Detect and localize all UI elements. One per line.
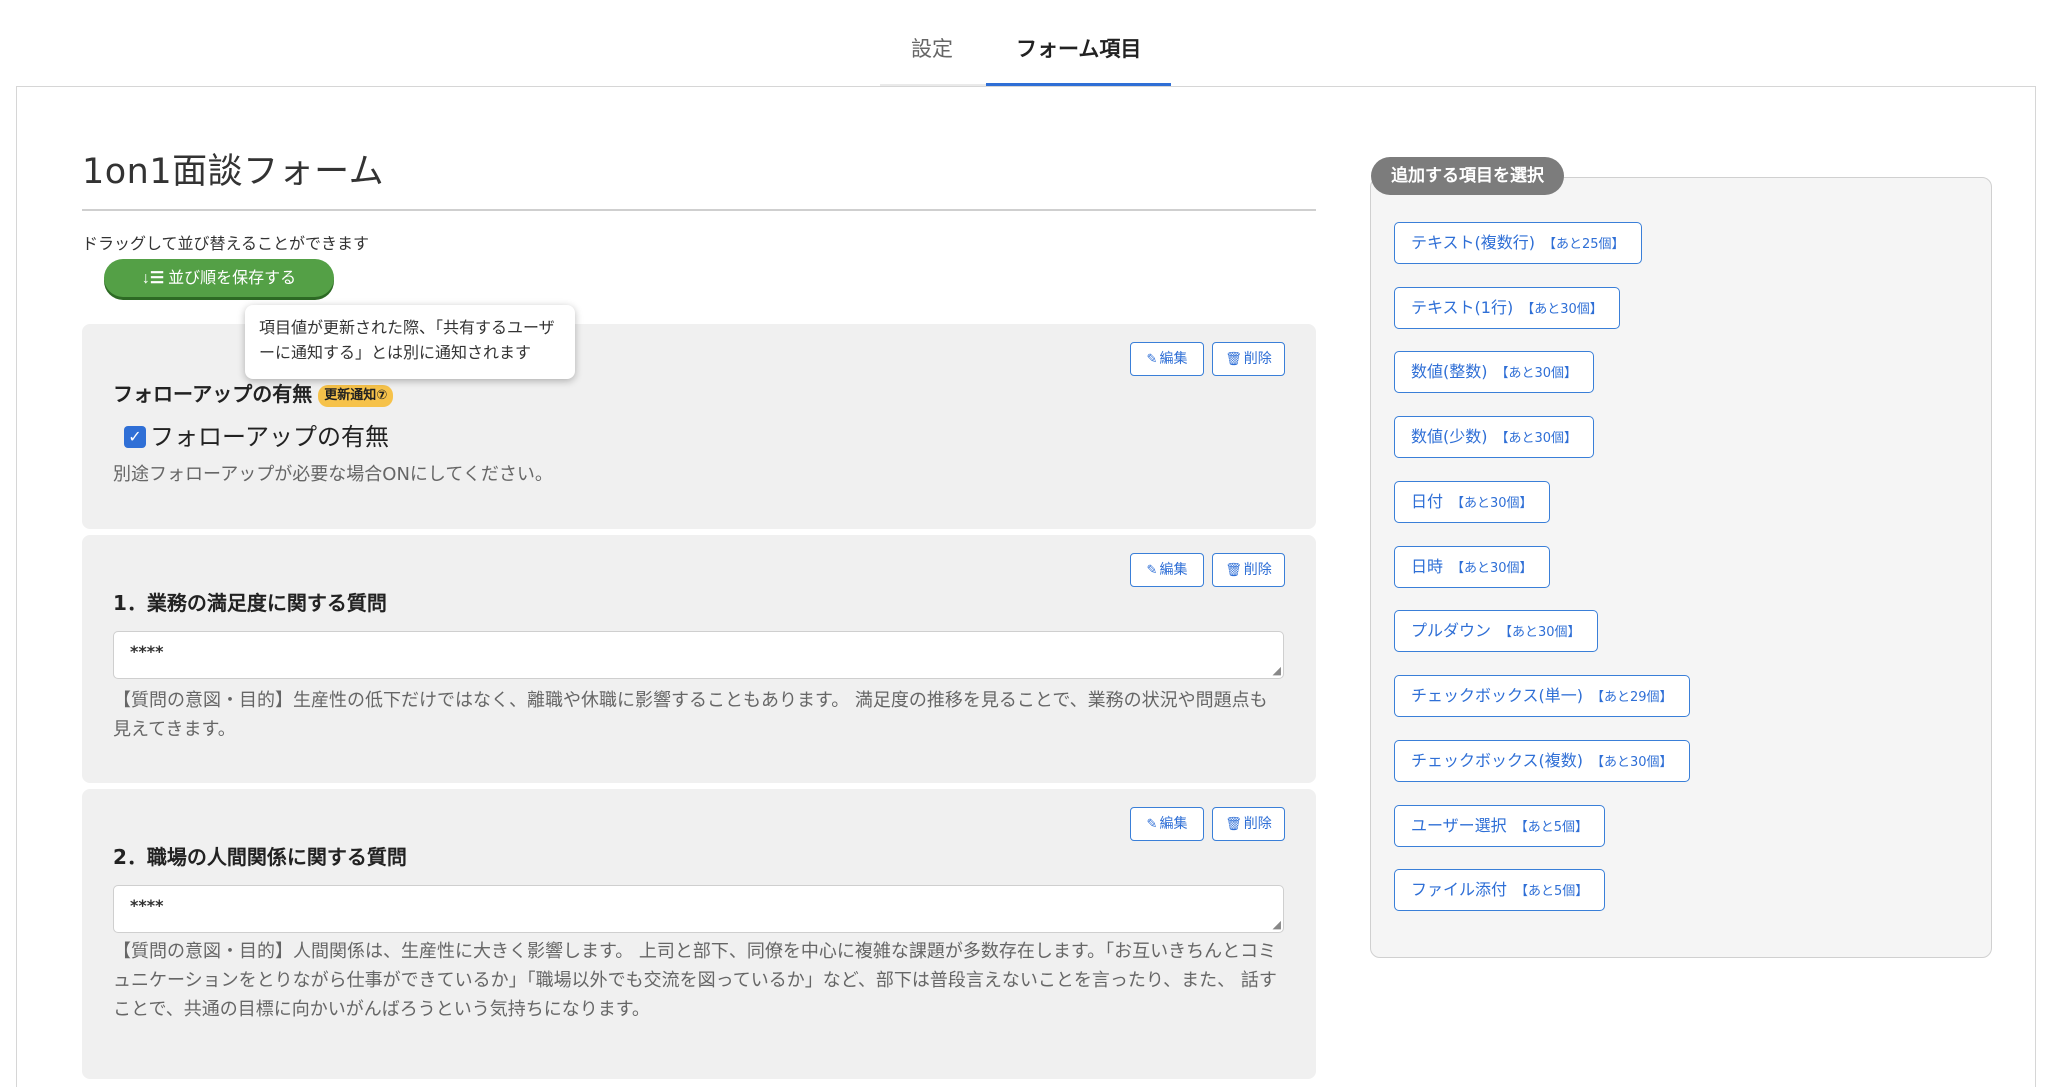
option-remaining: 【あと30個】 — [1451, 496, 1533, 511]
add-option-textarea[interactable]: テキスト(複数行) 【あと25個】 — [1394, 222, 1642, 264]
save-order-button[interactable]: ↓☰ 並び順を保存する — [104, 259, 334, 297]
sort-icon: ↓☰ — [141, 270, 165, 287]
add-option-file-attach[interactable]: ファイル添付 【あと5個】 — [1394, 869, 1606, 911]
edit-label: 編集 — [1159, 351, 1188, 367]
item-title: フォローアップの有無 更新通知⑦ — [113, 380, 394, 408]
delete-label: 削除 — [1243, 816, 1272, 832]
item-description: 【質問の意図・目的】生産性の低下だけではなく、離職や休職に影響することもあります… — [113, 690, 1268, 740]
trash-icon: 🗑 — [1225, 817, 1242, 832]
resize-handle-icon[interactable]: ◢ — [1273, 665, 1281, 676]
update-notify-tooltip: 項目値が更新された際、「共有するユーザーに通知する」とは別に通知されます — [245, 305, 575, 379]
trash-icon: 🗑 — [1225, 352, 1242, 367]
option-remaining: 【あと5個】 — [1514, 820, 1588, 835]
edit-button[interactable]: ✎ 編集 — [1130, 342, 1204, 376]
add-option-text[interactable]: テキスト(1行) 【あと30個】 — [1394, 287, 1620, 329]
item-description: 【質問の意図・目的】人間関係は、生産性に大きく影響します。 上司と部下、同僚を中… — [113, 941, 1277, 1020]
answer-textarea[interactable]: **** ◢ — [113, 631, 1284, 679]
add-option-integer[interactable]: 数値(整数) 【あと30個】 — [1394, 351, 1595, 393]
option-remaining: 【あと30個】 — [1451, 561, 1533, 576]
option-label: プルダウン — [1411, 621, 1492, 640]
add-option-user-select[interactable]: ユーザー選択 【あと5個】 — [1394, 805, 1605, 847]
option-label: テキスト(複数行) — [1411, 233, 1536, 252]
tab-bar: 設定 フォーム項目 — [0, 0, 2048, 88]
answer-textarea[interactable]: **** ◢ — [113, 885, 1284, 933]
add-option-datetime[interactable]: 日時 【あと30個】 — [1394, 546, 1550, 588]
add-option-checkbox-multiple[interactable]: チェックボックス(複数) 【あと30個】 — [1394, 740, 1690, 782]
option-remaining: 【あと30個】 — [1495, 366, 1578, 381]
form-item-card[interactable]: ✎ 編集 🗑 削除 1．業務の満足度に関する質問 **** ◢ 【質問の意図・目的】生… — [82, 535, 1316, 783]
tab-settings[interactable]: 設定 — [911, 34, 953, 64]
item-title: 2．職場の人間関係に関する質問 — [113, 845, 407, 869]
page-title: 1on1面談フォーム — [82, 152, 385, 192]
option-label: チェックボックス(複数) — [1411, 751, 1584, 770]
option-remaining: 【あと30個】 — [1495, 431, 1578, 446]
trash-icon: 🗑 — [1225, 563, 1242, 578]
edit-button[interactable]: ✎ 編集 — [1130, 553, 1204, 587]
tab-form-items[interactable]: フォーム項目 — [1016, 34, 1141, 64]
option-remaining: 【あと30個】 — [1591, 755, 1673, 770]
add-option-checkbox-single[interactable]: チェックボックス(単一) 【あと29個】 — [1394, 675, 1690, 717]
delete-button[interactable]: 🗑 削除 — [1212, 553, 1285, 587]
form-item-card[interactable]: ✎ 編集 🗑 削除 2．職場の人間関係に関する質問 **** ◢ 【質問の意図・目的】… — [82, 789, 1316, 1079]
delete-label: 削除 — [1243, 351, 1272, 367]
option-label: チェックボックス(単一) — [1411, 686, 1584, 705]
divider — [82, 209, 1316, 211]
add-option-dropdown[interactable]: プルダウン 【あと30個】 — [1394, 610, 1598, 652]
picker-label: 追加する項目を選択 — [1371, 157, 1564, 195]
followup-checkbox-row[interactable]: ✓ フォローアップの有無 — [124, 422, 389, 452]
option-label: 日付 — [1411, 492, 1444, 511]
option-label: 日時 — [1411, 557, 1444, 576]
option-label: テキスト(1行) — [1411, 298, 1514, 317]
update-notify-badge[interactable]: 更新通知⑦ — [318, 384, 394, 407]
item-description: 別途フォローアップが必要な場合ONにしてください。 — [113, 464, 553, 485]
drag-hint: ドラッグして並び替えることができます — [82, 234, 370, 253]
option-remaining: 【あと30個】 — [1499, 625, 1581, 640]
answer-value: **** — [130, 642, 164, 661]
option-label: ユーザー選択 — [1411, 816, 1507, 835]
edit-button[interactable]: ✎ 編集 — [1130, 807, 1204, 841]
item-title: 1．業務の満足度に関する質問 — [113, 591, 387, 615]
checkbox-label: フォローアップの有無 — [150, 423, 390, 451]
resize-handle-icon[interactable]: ◢ — [1273, 919, 1281, 930]
option-label: ファイル添付 — [1411, 880, 1508, 899]
option-remaining: 【あと29個】 — [1591, 690, 1673, 705]
delete-label: 削除 — [1243, 562, 1272, 578]
delete-button[interactable]: 🗑 削除 — [1212, 342, 1285, 376]
edit-icon: ✎ — [1146, 817, 1158, 832]
add-option-decimal[interactable]: 数値(少数) 【あと30個】 — [1394, 416, 1595, 458]
add-option-date[interactable]: 日付 【あと30個】 — [1394, 481, 1550, 523]
option-remaining: 【あと30個】 — [1521, 302, 1603, 317]
item-title-text: フォローアップの有無 — [113, 382, 313, 406]
save-order-label: 並び順を保存する — [168, 270, 297, 287]
option-remaining: 【あと5個】 — [1515, 884, 1589, 899]
edit-label: 編集 — [1159, 562, 1188, 578]
option-label: 数値(整数) — [1411, 362, 1488, 381]
checkmark-icon[interactable]: ✓ — [124, 426, 146, 448]
edit-icon: ✎ — [1146, 352, 1158, 367]
edit-icon: ✎ — [1146, 563, 1158, 578]
delete-button[interactable]: 🗑 削除 — [1212, 807, 1285, 841]
option-remaining: 【あと25個】 — [1543, 237, 1625, 252]
edit-label: 編集 — [1159, 816, 1188, 832]
option-label: 数値(少数) — [1411, 427, 1488, 446]
answer-value: **** — [130, 896, 164, 915]
